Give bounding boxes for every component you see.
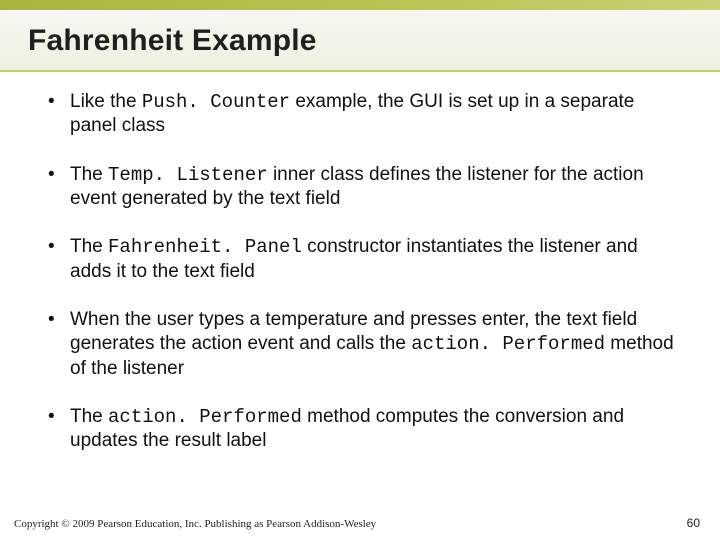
bullet-item: The action. Performed method computes th… xyxy=(40,405,680,454)
title-band: Fahrenheit Example xyxy=(0,10,720,72)
bullet-text: Like the xyxy=(70,91,142,112)
copyright-text: Copyright © 2009 Pearson Education, Inc.… xyxy=(14,518,376,530)
code-text: Fahrenheit. Panel xyxy=(108,236,302,258)
code-text: action. Performed xyxy=(108,406,302,428)
code-text: Push. Counter xyxy=(142,91,290,113)
page-number: 60 xyxy=(687,516,700,530)
code-text: Temp. Listener xyxy=(108,164,268,186)
code-text: action. Performed xyxy=(411,333,605,355)
bullet-item: The Fahrenheit. Panel constructor instan… xyxy=(40,235,680,284)
bullet-list: Like the Push. Counter example, the GUI … xyxy=(40,90,680,453)
accent-band xyxy=(0,0,720,10)
content-area: Like the Push. Counter example, the GUI … xyxy=(0,72,720,453)
bullet-item: The Temp. Listener inner class defines t… xyxy=(40,163,680,212)
bullet-text: The xyxy=(70,236,108,257)
bullet-item: Like the Push. Counter example, the GUI … xyxy=(40,90,680,139)
bullet-text: The xyxy=(70,406,108,427)
bullet-item: When the user types a temperature and pr… xyxy=(40,308,680,381)
bullet-text: The xyxy=(70,164,108,185)
slide-title: Fahrenheit Example xyxy=(28,24,700,58)
